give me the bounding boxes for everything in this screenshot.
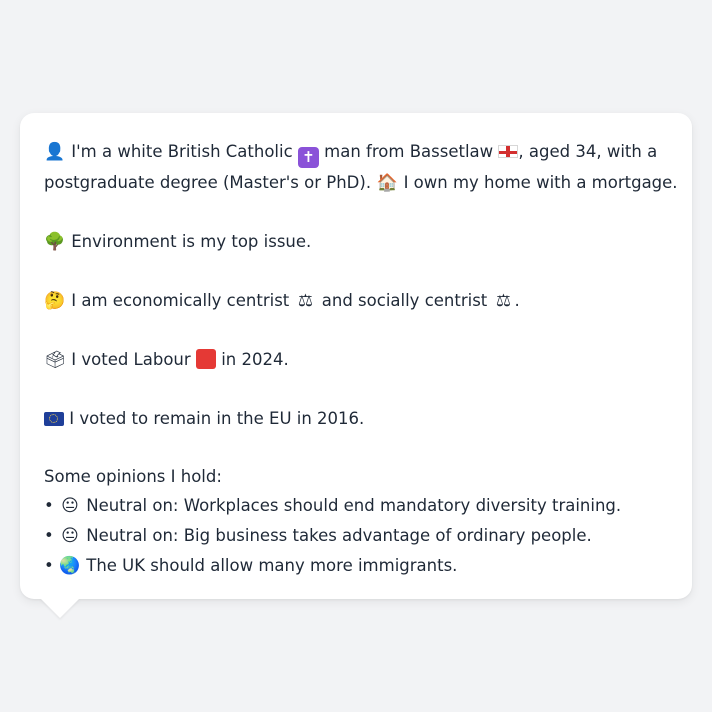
intro-text-3: , aged 34, with a	[518, 142, 658, 161]
opinion-item: • 🌏 The UK should allow many more immigr…	[44, 551, 668, 581]
opinion-item: • 😐 Neutral on: Workplaces should end ma…	[44, 491, 668, 521]
vote-text-1: I voted Labour	[71, 350, 191, 369]
brexit-line: I voted to remain in the EU in 2016.	[44, 404, 668, 433]
globe-icon: 🌏	[59, 556, 81, 576]
england-flag-icon	[498, 145, 519, 158]
ideology-text-3: .	[514, 291, 520, 310]
intro-text-2: man from Bassetlaw	[324, 142, 494, 161]
persona-card: 👤 I'm a white British Catholic ✝ man fro…	[20, 113, 692, 599]
brexit-text: I voted to remain in the EU in 2016.	[69, 409, 365, 428]
thinking-face-icon: 🤔	[44, 291, 66, 311]
intro-text-5: I own my home with a mortgage.	[403, 173, 678, 192]
speech-bubble-tail	[40, 598, 80, 618]
ideology-text-2: and socially centrist	[321, 291, 488, 310]
red-square-icon	[195, 349, 216, 369]
opinion-text: Neutral on: Workplaces should end mandat…	[86, 496, 622, 515]
intro-line-2: postgraduate degree (Master's or PhD). 🏠…	[44, 168, 678, 198]
opinion-text: The UK should allow many more immigrants…	[86, 556, 458, 575]
opinion-item: • 😐 Neutral on: Big business takes advan…	[44, 521, 668, 551]
bullet: •	[44, 496, 54, 515]
issue-text: Environment is my top issue.	[71, 232, 312, 251]
vote-line: 🗳 I voted Labour in 2024.	[44, 345, 668, 375]
intro-text-1: I'm a white British Catholic	[71, 142, 293, 161]
eu-flag-icon	[44, 412, 64, 426]
intro-line-1: 👤 I'm a white British Catholic ✝ man fro…	[44, 137, 668, 168]
neutral-face-icon: 😐	[61, 496, 79, 516]
issue-line: 🌳 Environment is my top issue.	[44, 227, 668, 257]
vote-text-2: in 2024.	[221, 350, 289, 369]
balance-scale-icon: ⚖	[297, 291, 314, 311]
intro-text-4: postgraduate degree (Master's or PhD).	[44, 173, 372, 192]
tree-icon: 🌳	[44, 232, 66, 252]
balance-scale-icon: ⚖	[495, 291, 512, 311]
person-silhouette-icon: 👤	[44, 142, 66, 162]
opinion-text: Neutral on: Big business takes advantage…	[86, 526, 592, 545]
bullet: •	[44, 556, 54, 575]
ideology-text-1: I am economically centrist	[71, 291, 290, 310]
neutral-face-icon: 😐	[61, 526, 79, 546]
bullet: •	[44, 526, 54, 545]
ballot-box-icon: 🗳	[44, 350, 66, 370]
latin-cross-icon: ✝	[297, 147, 319, 168]
ideology-line: 🤔 I am economically centrist ⚖ and socia…	[44, 286, 668, 316]
house-icon: 🏠	[376, 173, 398, 193]
opinions-header: Some opinions I hold:	[44, 467, 222, 486]
